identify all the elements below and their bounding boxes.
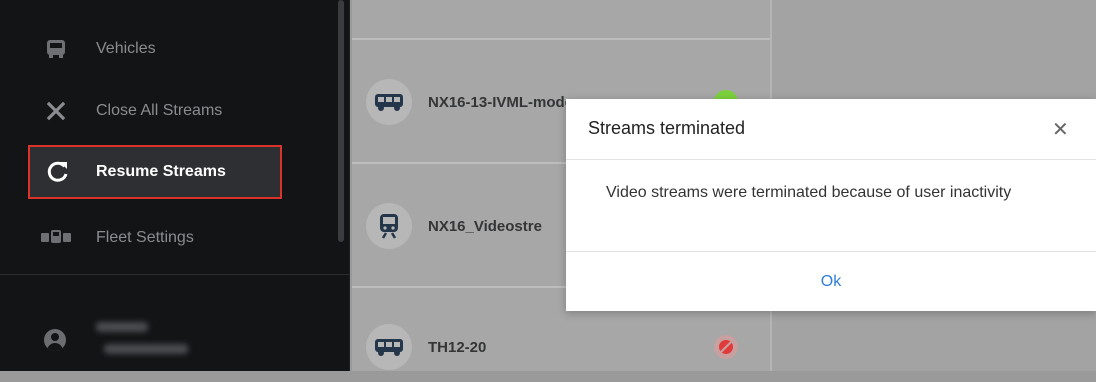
sidebar-item-fleet-settings[interactable]: Fleet Settings xyxy=(0,209,330,267)
streams-terminated-dialog: Streams terminated ✕ Video streams were … xyxy=(566,99,1096,311)
fleet-icon xyxy=(36,228,76,248)
vehicle-name: NX16-13-IVML-modem xyxy=(428,93,587,111)
dialog-divider xyxy=(566,159,1096,160)
dialog-title: Streams terminated xyxy=(588,118,746,138)
sidebar-item-vehicles[interactable]: Vehicles xyxy=(0,20,330,78)
bus-icon xyxy=(366,324,412,370)
ok-button[interactable]: Ok xyxy=(566,252,1096,311)
user-name-redacted xyxy=(96,322,148,332)
close-icon xyxy=(36,101,76,121)
dialog-message: Video streams were terminated because of… xyxy=(606,184,1012,201)
sidebar-item-label: Close All Streams xyxy=(96,102,223,119)
sidebar-item-label: Resume Streams xyxy=(96,163,226,180)
sidebar-item-close-all-streams[interactable]: Close All Streams xyxy=(0,82,330,140)
sidebar-item-label: Vehicles xyxy=(96,40,156,57)
sidebar-item-resume-streams[interactable]: Resume Streams xyxy=(28,145,282,199)
status-offline-indicator xyxy=(714,335,738,359)
train-icon xyxy=(366,203,412,249)
sidebar-scrollbar[interactable] xyxy=(338,0,344,242)
refresh-icon xyxy=(40,159,76,185)
vehicle-name: TH12-20 xyxy=(428,338,487,356)
sidebar-item-label: Fleet Settings xyxy=(96,229,194,246)
bus-icon xyxy=(36,37,76,61)
list-divider xyxy=(352,38,770,40)
close-icon[interactable]: ✕ xyxy=(1052,117,1069,142)
sidebar-divider xyxy=(0,274,349,275)
user-email-redacted xyxy=(104,344,188,354)
sidebar: Vehicles Close All Streams Resume Stream… xyxy=(0,0,350,371)
bus-icon xyxy=(366,79,412,125)
list-item[interactable]: TH12-20 xyxy=(352,312,770,382)
vehicle-name: NX16_Videostre xyxy=(428,217,542,235)
user-avatar-icon[interactable] xyxy=(44,329,66,351)
